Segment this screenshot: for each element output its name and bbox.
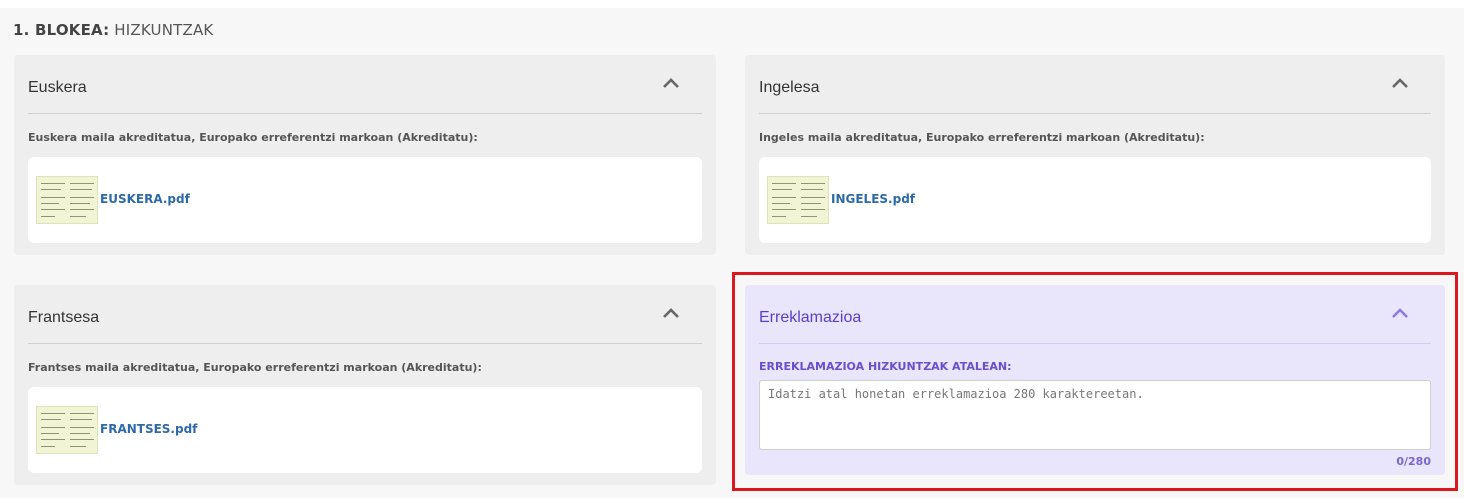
panel-label: Ingeles maila akreditatua, Europako erre…: [759, 131, 1205, 144]
block-name: HIZKUNTZAK: [114, 21, 214, 39]
panel-frantsesa: Frantsesa Frantses maila akreditatua, Eu…: [14, 285, 716, 485]
panel-header[interactable]: Ingelesa: [759, 55, 1431, 114]
block-title: 1. BLOKEA: HIZKUNTZAK: [13, 21, 213, 39]
panel-label: Euskera maila akreditatua, Europako erre…: [28, 131, 478, 144]
highlight-frame: [732, 272, 1458, 491]
block-number: 1. BLOKEA:: [13, 21, 110, 39]
document-thumbnail-icon[interactable]: [767, 176, 829, 224]
document-thumbnail-icon[interactable]: [36, 406, 98, 454]
file-card: FRANTSES.pdf: [28, 387, 702, 473]
panel-label: Frantses maila akreditatua, Europako err…: [28, 361, 482, 374]
panel-title: Ingelesa: [759, 79, 820, 96]
chevron-up-icon[interactable]: [662, 77, 680, 89]
panel-ingelesa: Ingelesa Ingeles maila akreditatua, Euro…: [745, 55, 1445, 255]
panel-header[interactable]: Frantsesa: [28, 285, 702, 344]
file-card: EUSKERA.pdf: [28, 157, 702, 243]
chevron-up-icon[interactable]: [1391, 77, 1409, 89]
panel-euskera: Euskera Euskera maila akreditatua, Europ…: [14, 55, 716, 255]
panel-title: Frantsesa: [28, 309, 100, 326]
file-link[interactable]: INGELES.pdf: [831, 192, 915, 206]
file-card: INGELES.pdf: [759, 157, 1431, 243]
chevron-up-icon[interactable]: [662, 307, 680, 319]
file-link[interactable]: FRANTSES.pdf: [100, 422, 197, 436]
document-thumbnail-icon[interactable]: [36, 176, 98, 224]
file-link[interactable]: EUSKERA.pdf: [100, 192, 190, 206]
panel-header[interactable]: Euskera: [28, 55, 702, 114]
panel-title: Euskera: [28, 79, 87, 96]
